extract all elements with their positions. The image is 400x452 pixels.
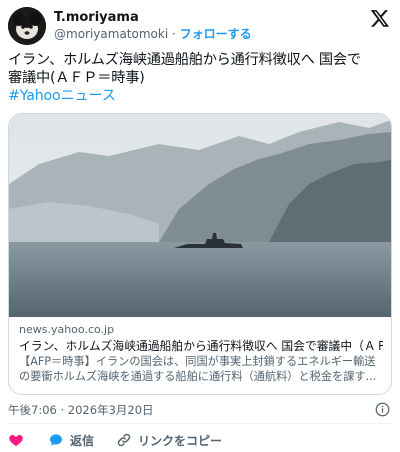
like-button[interactable] — [8, 431, 30, 449]
link-card[interactable]: news.yahoo.co.jp イラン、ホルムズ海峡通過船舶から通行料徴収へ … — [8, 113, 392, 395]
display-name[interactable]: T.moriyama — [54, 9, 252, 26]
card-domain: news.yahoo.co.jp — [19, 323, 115, 336]
tweet-text-line-1: イラン、ホルムズ海峡通過船舶から通行料徴収へ 国会で — [8, 52, 361, 68]
follow-button[interactable]: フォローする — [180, 27, 252, 41]
reply-icon — [50, 434, 62, 446]
hashtag-link[interactable]: #Yahooニュース — [8, 87, 392, 105]
separator-dot: · — [172, 27, 176, 41]
avatar[interactable] — [8, 7, 46, 45]
meta-separator: · — [60, 403, 65, 417]
link-icon — [117, 433, 131, 447]
tweet-text: イラン、ホルムズ海峡通過船舶から通行料徴収へ 国会で 審議中(ＡＦＰ＝時事) #… — [8, 51, 392, 105]
reply-button[interactable]: 返信 — [48, 431, 94, 449]
card-title[interactable]: イラン、ホルムズ海峡通過船舶から通行料徴収へ 国会で審議中（ＡＦ... — [19, 338, 383, 354]
card-description-line-2: の要衝ホルムズ海峡を通過する船舶に通行料（通航料）と税金を課す... — [19, 370, 377, 383]
tweet-header: T.moriyama @moriyamatomoki · フォローする — [8, 7, 392, 45]
copy-link-label: リンクをコピー — [138, 433, 223, 448]
author-info: T.moriyama @moriyamatomoki · フォローする — [54, 9, 252, 43]
tweet-time[interactable]: 午後7:06 — [8, 403, 57, 417]
card-image[interactable] — [9, 114, 391, 317]
card-description-line-1: 【AFP＝時事】イランの国会は、同国が事実上封鎖するエネルギー輸送 — [19, 355, 376, 368]
heart-icon — [9, 435, 23, 446]
action-bar: 返信 リンクをコピー — [8, 431, 392, 449]
tweet-date[interactable]: 2026年3月20日 — [68, 403, 154, 417]
reply-label: 返信 — [70, 433, 95, 448]
handle[interactable]: @moriyamatomoki — [54, 27, 168, 41]
avatar-dog-icon — [8, 7, 46, 45]
copy-link-button[interactable]: リンクをコピー — [116, 431, 222, 449]
tweet-meta: 午後7:06 · 2026年3月20日 — [8, 402, 392, 418]
x-logo-icon[interactable] — [370, 8, 390, 28]
tweet-text-line-2: 審議中(ＡＦＰ＝時事) — [8, 70, 145, 86]
info-icon[interactable] — [375, 402, 390, 417]
divider — [8, 423, 392, 424]
